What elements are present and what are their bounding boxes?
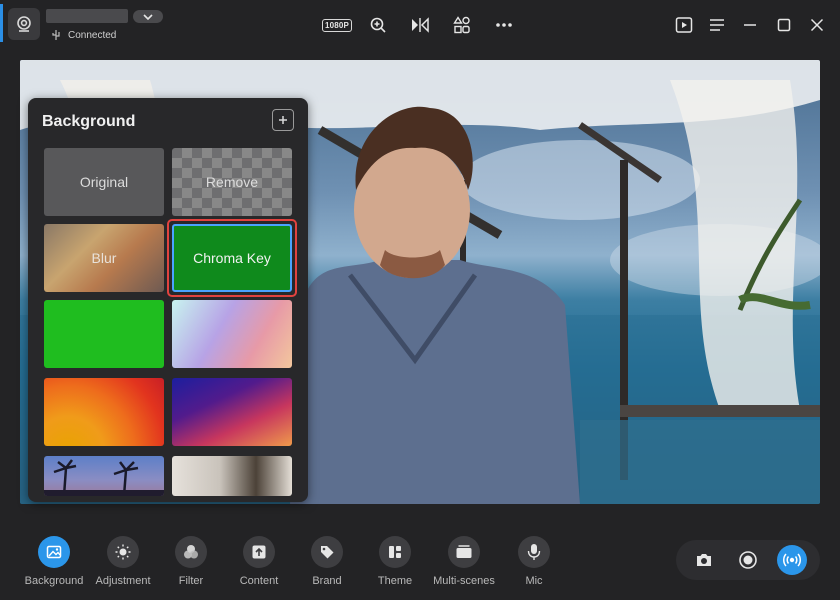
background-panel: Background Original Remove Blur Chroma K…: [28, 98, 308, 502]
background-tile-room[interactable]: [172, 456, 292, 496]
background-tile-orange-abstract[interactable]: [44, 378, 164, 446]
tile-label: Chroma Key: [193, 250, 271, 266]
tile-label: Remove: [205, 174, 259, 190]
tile-label: Original: [79, 174, 129, 190]
webcam-icon[interactable]: [8, 8, 40, 40]
more-icon[interactable]: [490, 12, 518, 38]
widgets-icon[interactable]: [448, 12, 476, 38]
tag-icon: [311, 536, 343, 568]
live-broadcast-icon[interactable]: [777, 545, 807, 575]
background-tile-chroma-key[interactable]: Chroma Key: [172, 224, 292, 292]
usb-icon: [52, 30, 60, 40]
menu-icon[interactable]: [703, 12, 731, 38]
brightness-icon: [107, 536, 139, 568]
palm-trees-image: [44, 459, 164, 496]
background-tile-palm-trees[interactable]: [44, 456, 164, 496]
zoom-in-icon[interactable]: [364, 12, 392, 38]
plus-icon: [279, 116, 287, 124]
filter-icon: [175, 536, 207, 568]
background-tile-original[interactable]: Original: [44, 148, 164, 216]
background-tile-pastel-gradient[interactable]: [172, 300, 292, 368]
background-tile-purple-gradient[interactable]: [172, 378, 292, 446]
play-icon[interactable]: [670, 12, 698, 38]
image-icon: [38, 536, 70, 568]
tool-label: Mic: [525, 575, 543, 587]
camera-icon[interactable]: [689, 545, 719, 575]
chevron-down-icon[interactable]: [133, 10, 163, 23]
device-name: [46, 9, 128, 23]
upload-icon: [243, 536, 275, 568]
mic-icon: [518, 536, 550, 568]
scenes-icon: [448, 536, 480, 568]
tool-mic[interactable]: Mic: [492, 536, 576, 592]
record-icon[interactable]: [733, 545, 763, 575]
mirror-icon[interactable]: [406, 12, 434, 38]
resolution-button[interactable]: 1080P: [321, 12, 353, 38]
background-tile-green[interactable]: [44, 300, 164, 368]
resolution-label: 1080P: [321, 18, 353, 32]
add-background-button[interactable]: [272, 109, 294, 131]
active-indicator: [0, 4, 3, 42]
tile-label: Blur: [91, 250, 117, 266]
theme-icon: [379, 536, 411, 568]
capture-controls: [676, 540, 820, 580]
close-icon[interactable]: [803, 12, 831, 38]
title-bar: Connected 1080P: [0, 0, 840, 50]
connection-status: Connected: [68, 30, 117, 41]
background-tile-blur[interactable]: Blur: [44, 224, 164, 292]
minimize-icon[interactable]: [736, 12, 764, 38]
panel-title: Background: [42, 113, 136, 130]
background-tile-remove[interactable]: Remove: [172, 148, 292, 216]
maximize-icon[interactable]: [770, 12, 798, 38]
